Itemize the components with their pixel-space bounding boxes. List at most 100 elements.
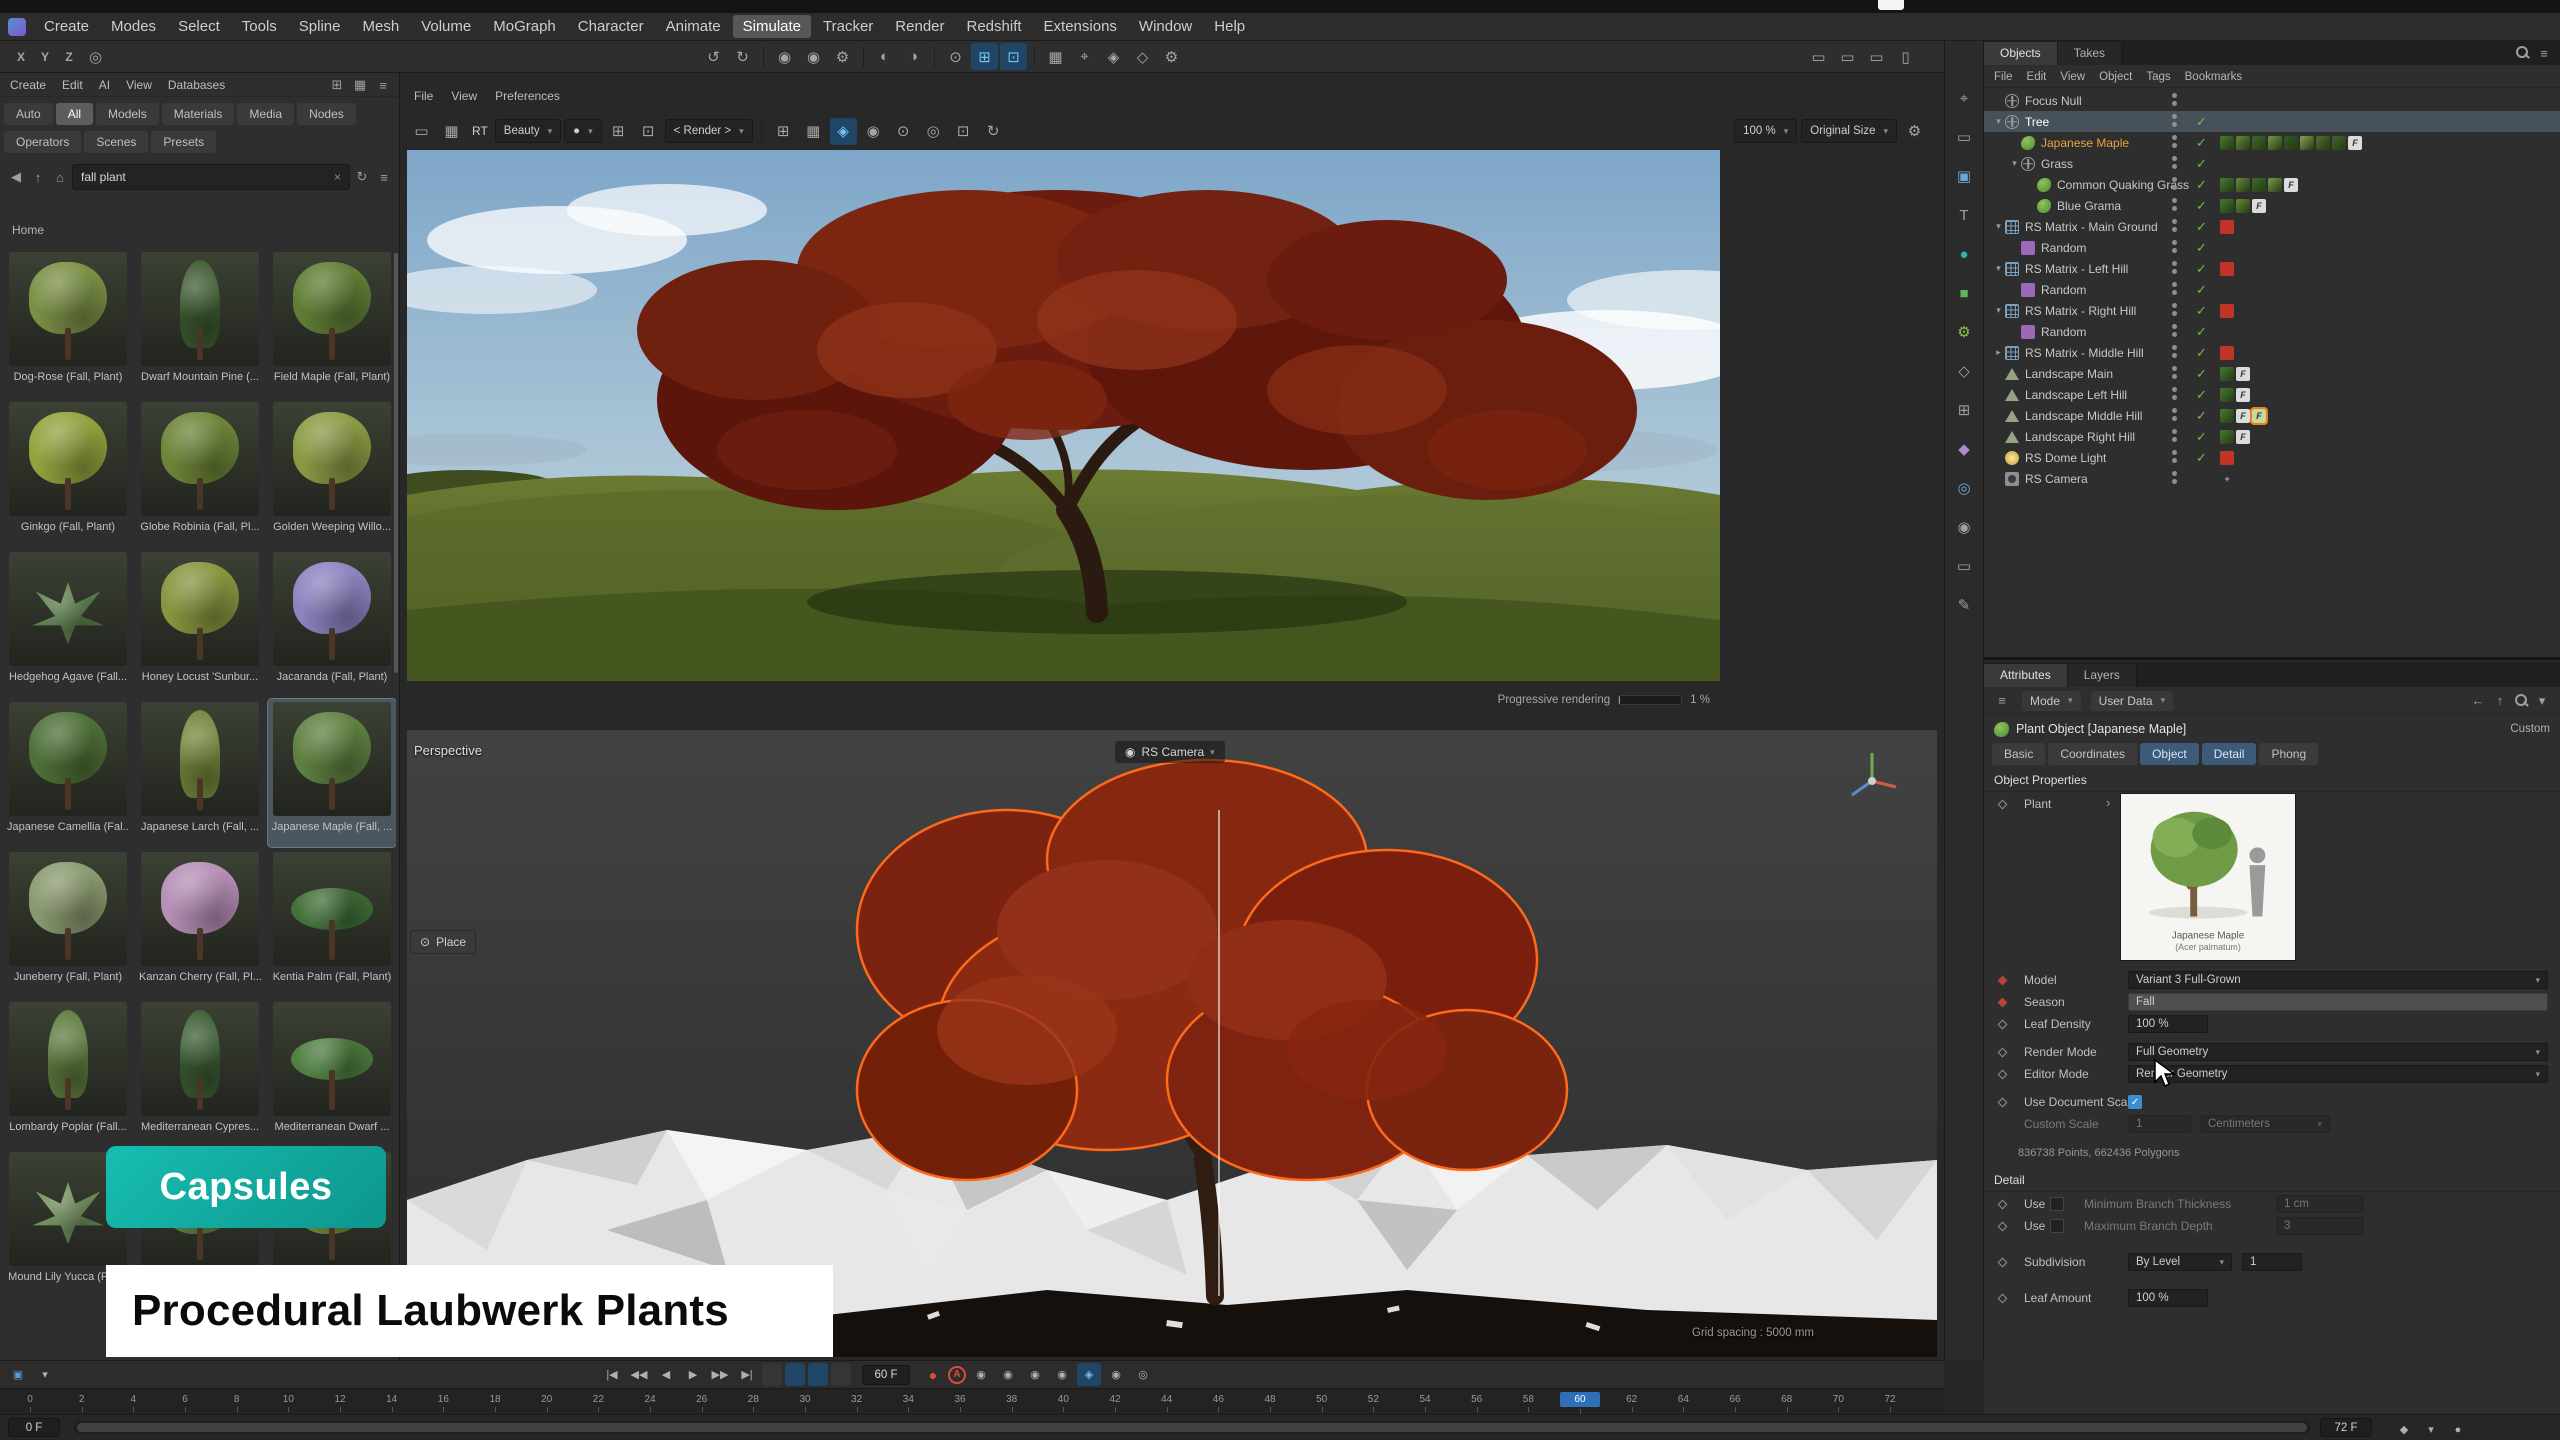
- param-diamond[interactable]: [1998, 1070, 2008, 1080]
- visibility-dots[interactable]: [2172, 345, 2177, 358]
- visibility-dots[interactable]: [2172, 450, 2177, 463]
- timeline-tick[interactable]: 44: [1147, 1394, 1187, 1405]
- tab-objects[interactable]: Objects: [1984, 42, 2058, 65]
- filter-icon[interactable]: ▦: [800, 118, 827, 145]
- axis-x-lock-button[interactable]: X: [10, 43, 32, 70]
- expand-arrow-icon[interactable]: ▾: [1992, 221, 2005, 232]
- texture-tag-icon[interactable]: F: [2252, 409, 2266, 423]
- subdivision-level-field[interactable]: 1: [2242, 1253, 2302, 1271]
- enabled-check-icon[interactable]: ✓: [2196, 198, 2207, 214]
- asset-menu-databases[interactable]: Databases: [168, 78, 225, 92]
- tool-settings-button[interactable]: ⚙: [1158, 43, 1185, 70]
- material-tag-icon[interactable]: [2220, 367, 2234, 381]
- filter-icon[interactable]: ▾: [2532, 691, 2552, 711]
- material-tag-icon[interactable]: [2332, 136, 2346, 150]
- om-menu-tags[interactable]: Tags: [2146, 71, 2170, 83]
- leaf-amount-field[interactable]: 100 %: [2128, 1289, 2208, 1307]
- section-home[interactable]: Home: [12, 223, 44, 237]
- season-selector[interactable]: Fall: [2128, 993, 2548, 1011]
- redshift-tag-icon[interactable]: [2220, 451, 2234, 465]
- enabled-check-icon[interactable]: ✓: [2196, 345, 2207, 361]
- object-row-japanese-maple[interactable]: Japanese Maple✓F: [1984, 132, 2560, 153]
- timeline-tick[interactable]: 14: [372, 1394, 412, 1405]
- use-document-scale-checkbox[interactable]: ✓: [2128, 1095, 2142, 1109]
- timeline-tick[interactable]: 30: [785, 1394, 825, 1405]
- visibility-dots[interactable]: [2172, 156, 2177, 169]
- timeline-tick[interactable]: 18: [475, 1394, 515, 1405]
- redshift-tag-icon[interactable]: [2220, 346, 2234, 360]
- modeling-axis-button[interactable]: ⌖: [1071, 43, 1098, 70]
- filter-auto[interactable]: Auto: [4, 103, 53, 125]
- texture-tag-icon[interactable]: F: [2348, 136, 2362, 150]
- denoise-icon[interactable]: ⊙: [890, 118, 917, 145]
- current-frame-marker[interactable]: 60: [1560, 1392, 1600, 1407]
- timeline-tick[interactable]: 12: [320, 1394, 360, 1405]
- back-icon[interactable]: ◀: [6, 167, 26, 187]
- editor-mode-dropdown[interactable]: Render Geometry▾: [2128, 1065, 2548, 1083]
- edit-render-settings-button[interactable]: ⚙: [829, 43, 856, 70]
- menu-item-tools[interactable]: Tools: [232, 15, 287, 38]
- asset-item-juneberry-fall-plant[interactable]: Juneberry (Fall, Plant): [4, 849, 132, 997]
- enabled-check-icon[interactable]: ✓: [2196, 240, 2207, 256]
- visibility-dots[interactable]: [2172, 282, 2177, 295]
- keyframe-selection-toggle[interactable]: ◈: [1077, 1363, 1101, 1386]
- material-tag-icon[interactable]: [2220, 409, 2234, 423]
- snapshot-icon[interactable]: ▭: [408, 118, 435, 145]
- material-tag-icon[interactable]: [2220, 430, 2234, 444]
- render-view-menu-preferences[interactable]: Preferences: [495, 89, 560, 103]
- object-row-rs-matrix-right-hill[interactable]: ▾RS Matrix - Right Hill✓: [1984, 300, 2560, 321]
- object-row-landscape-main[interactable]: Landscape Main✓F: [1984, 363, 2560, 384]
- play-forwards-button[interactable]: ▶: [681, 1363, 705, 1386]
- visibility-dots[interactable]: [2172, 198, 2177, 211]
- object-row-random[interactable]: Random✓: [1984, 279, 2560, 300]
- enabled-check-icon[interactable]: ✓: [2196, 324, 2207, 340]
- timeline-tick[interactable]: 48: [1250, 1394, 1290, 1405]
- visibility-dots[interactable]: [2172, 387, 2177, 400]
- om-menu-object[interactable]: Object: [2099, 71, 2132, 83]
- search-icon[interactable]: [2512, 691, 2530, 709]
- material-tag-icon[interactable]: [2268, 178, 2282, 192]
- camera-selector[interactable]: ◉ RS Camera ▾: [1115, 741, 1225, 763]
- timeline-tick[interactable]: 38: [992, 1394, 1032, 1405]
- sphere-tool-icon[interactable]: ●: [1951, 241, 1977, 267]
- progressive-icon[interactable]: ◈: [830, 118, 857, 145]
- editor-viewport[interactable]: [407, 730, 1937, 1357]
- layout-monitor-1-icon[interactable]: ▭: [1805, 43, 1832, 70]
- layer-palette-icon[interactable]: ▣: [6, 1363, 30, 1386]
- search-input[interactable]: fall plant ×: [72, 164, 350, 190]
- expand-arrow-icon[interactable]: ▾: [1992, 263, 2005, 274]
- visibility-dots[interactable]: [2172, 366, 2177, 379]
- asset-item-lombardy-poplar-fall[interactable]: Lombardy Poplar (Fall...: [4, 999, 132, 1147]
- section-detail[interactable]: Detail: [1984, 1169, 2560, 1192]
- redshift-tag-icon[interactable]: [2220, 220, 2234, 234]
- attr-tab-phong[interactable]: Phong: [2259, 743, 2318, 765]
- display-dropdown[interactable]: ●▾: [564, 119, 601, 143]
- menu-item-simulate[interactable]: Simulate: [733, 15, 811, 38]
- asset-menu-create[interactable]: Create: [10, 78, 46, 92]
- attr-tab-coordinates[interactable]: Coordinates: [2048, 743, 2137, 765]
- axis-gizmo[interactable]: [1840, 741, 1904, 805]
- expand-arrow-icon[interactable]: ▸: [1992, 347, 2005, 358]
- range-end-field[interactable]: 72 F: [2320, 1418, 2372, 1437]
- texture-tag-icon[interactable]: F: [2236, 409, 2250, 423]
- cube-tool-icon[interactable]: ▣: [1951, 163, 1977, 189]
- compare-ab-icon[interactable]: ⊞: [770, 118, 797, 145]
- attr-tab-object[interactable]: Object: [2140, 743, 2199, 765]
- plant-expander[interactable]: ›: [2106, 795, 2110, 810]
- layout-monitor-2-icon[interactable]: ▭: [1834, 43, 1861, 70]
- bucket-icon[interactable]: ◉: [860, 118, 887, 145]
- axis-y-lock-button[interactable]: Y: [34, 43, 56, 70]
- clay-icon[interactable]: ◎: [920, 118, 947, 145]
- generator-gear-icon[interactable]: ⚙: [1951, 319, 1977, 345]
- visibility-dots[interactable]: [2172, 303, 2177, 316]
- scrollbar[interactable]: [394, 253, 398, 673]
- next-frame-button[interactable]: ▶▶: [708, 1363, 732, 1386]
- timeline-tick[interactable]: 72: [1870, 1394, 1910, 1405]
- material-tag-icon[interactable]: [2220, 178, 2234, 192]
- size-dropdown[interactable]: Original Size▾: [1801, 119, 1897, 143]
- asset-item-kanzan-cherry-fall-pl[interactable]: Kanzan Cherry (Fall, Pl...: [136, 849, 264, 997]
- shader-ball-button[interactable]: ◑: [900, 43, 927, 70]
- menu-item-character[interactable]: Character: [568, 15, 654, 38]
- expand-arrow-icon[interactable]: ▾: [2008, 158, 2021, 169]
- tab-takes[interactable]: Takes: [2058, 42, 2122, 65]
